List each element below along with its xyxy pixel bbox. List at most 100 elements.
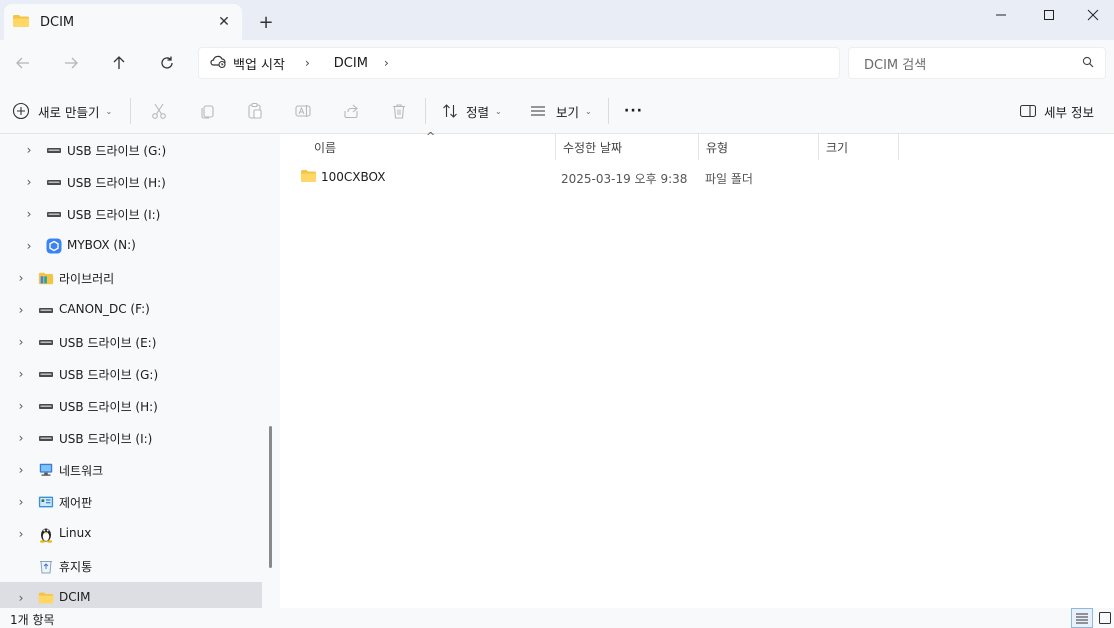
back-button[interactable] <box>9 50 37 76</box>
file-type: 파일 폴더 <box>705 172 753 186</box>
divider <box>608 98 609 124</box>
folder-icon <box>12 14 30 31</box>
sidebar-item-label: USB 드라이브 (I:) <box>59 432 153 446</box>
chevron-right-icon[interactable]: › <box>14 271 28 285</box>
chevron-right-icon[interactable]: › <box>14 303 28 317</box>
search-icon[interactable] <box>1082 56 1104 71</box>
column-header-name[interactable]: 이름 <box>307 134 555 160</box>
view-list-icon <box>531 106 545 116</box>
sidebar-item-label: 네트워크 <box>59 464 104 478</box>
sidebar-item[interactable]: › MYBOX (N:) <box>0 230 262 262</box>
close-tab-icon[interactable]: ✕ <box>214 12 234 32</box>
sidebar-item[interactable]: › USB 드라이브 (I:) <box>0 198 262 230</box>
up-button[interactable] <box>105 50 133 76</box>
file-row[interactable]: 100CXBOX 2025-03-19 오후 9:38 파일 폴더 <box>280 166 1114 188</box>
sidebar-item[interactable]: › 제어판 <box>0 486 262 518</box>
folder-icon <box>38 590 54 606</box>
sidebar-item[interactable]: › USB 드라이브 (G:) <box>0 134 262 166</box>
arrow-right-icon <box>65 57 78 69</box>
column-header-size[interactable]: 크기 <box>819 134 899 160</box>
maximize-button[interactable] <box>1026 0 1072 30</box>
arrow-up-icon <box>113 56 125 69</box>
usb-drive-icon <box>38 334 54 350</box>
new-button-label: 새로 만들기 <box>38 104 100 120</box>
close-window-button[interactable] <box>1070 0 1114 30</box>
paste-icon[interactable] <box>244 100 266 122</box>
breadcrumb-backup[interactable]: 백업 시작 <box>233 54 285 73</box>
navigation-bar: 백업 시작 › DCIM › DCIM 검색 <box>0 40 1114 86</box>
chevron-right-icon[interactable]: › <box>384 56 389 70</box>
large-icons-view-button[interactable] <box>1094 608 1114 628</box>
file-name[interactable]: 100CXBOX <box>321 170 385 184</box>
forward-button[interactable] <box>57 50 85 76</box>
sidebar-item[interactable]: › USB 드라이브 (H:) <box>0 390 262 422</box>
item-count: 1개 항목 <box>10 613 55 627</box>
chevron-right-icon[interactable]: › <box>14 367 28 381</box>
sidebar-item[interactable]: › USB 드라이브 (G:) <box>0 358 262 390</box>
navigation-pane-scrollbar[interactable] <box>262 134 280 608</box>
address-bar[interactable]: 백업 시작 › DCIM › <box>198 47 840 79</box>
sidebar-item-label: 휴지통 <box>59 560 93 574</box>
new-button[interactable]: 새로 만들기 ⌄ <box>12 98 112 124</box>
mybox-icon <box>46 238 62 254</box>
sidebar-item-label: MYBOX (N:) <box>67 238 136 252</box>
chevron-right-icon[interactable]: › <box>22 239 36 253</box>
chevron-right-icon[interactable]: › <box>14 399 28 413</box>
chevron-right-icon[interactable]: › <box>305 56 310 70</box>
chevron-right-icon[interactable]: › <box>22 207 36 221</box>
cloud-sync-icon <box>209 53 227 73</box>
tab-dcim[interactable]: DCIM ✕ <box>4 4 242 40</box>
recycle-bin-icon <box>38 558 54 574</box>
chevron-right-icon[interactable]: › <box>22 143 36 157</box>
sidebar-item[interactable]: › 라이브러리 <box>0 262 262 294</box>
delete-icon[interactable] <box>388 100 410 122</box>
minimize-button[interactable] <box>978 0 1024 30</box>
details-pane-icon <box>1020 104 1036 118</box>
share-icon[interactable] <box>340 100 362 122</box>
rename-icon[interactable] <box>292 100 314 122</box>
sidebar-item-label: USB 드라이브 (G:) <box>67 144 167 158</box>
chevron-right-icon[interactable]: › <box>14 431 28 445</box>
sort-icon <box>443 104 457 118</box>
column-header-type[interactable]: 유형 <box>699 134 819 160</box>
tab-title: DCIM <box>40 14 75 30</box>
sidebar-item[interactable]: › USB 드라이브 (E:) <box>0 326 262 358</box>
sort-button[interactable]: 정렬 ⌄ <box>442 98 502 124</box>
divider <box>130 98 131 124</box>
sidebar-item-label: USB 드라이브 (I:) <box>67 208 161 222</box>
chevron-right-icon[interactable]: › <box>14 495 28 509</box>
copy-icon[interactable] <box>196 100 218 122</box>
chevron-right-icon[interactable]: › <box>14 527 28 541</box>
details-pane-button[interactable]: 세부 정보 <box>1020 98 1094 124</box>
sidebar-item-label: USB 드라이브 (H:) <box>67 176 166 190</box>
scrollbar-thumb[interactable] <box>269 426 272 568</box>
chevron-right-icon[interactable]: › <box>14 591 28 605</box>
folder-icon <box>300 169 317 186</box>
sidebar-item[interactable]: 휴지통 <box>0 550 262 582</box>
chevron-right-icon[interactable]: › <box>14 335 28 349</box>
sidebar-item[interactable]: › USB 드라이브 (H:) <box>0 166 262 198</box>
details-view-icon <box>1076 613 1088 624</box>
more-options-button[interactable]: ··· <box>624 98 643 124</box>
search-input[interactable]: DCIM 검색 <box>848 47 1106 79</box>
title-bar: DCIM ✕ + <box>0 0 1114 40</box>
usb-drive-icon <box>38 430 54 446</box>
column-header-modified[interactable]: 수정한 날짜 <box>555 134 699 160</box>
new-tab-button[interactable]: + <box>256 12 276 33</box>
sidebar-item[interactable]: › 네트워크 <box>0 454 262 486</box>
sidebar-item[interactable]: › USB 드라이브 (I:) <box>0 422 262 454</box>
breadcrumb-dcim[interactable]: DCIM <box>334 56 368 71</box>
cut-icon[interactable] <box>148 100 170 122</box>
refresh-button[interactable] <box>153 50 181 76</box>
details-view-button[interactable] <box>1071 608 1093 628</box>
chevron-right-icon[interactable]: › <box>22 175 36 189</box>
library-icon <box>38 270 54 286</box>
chevron-down-icon: ⌄ <box>495 106 502 116</box>
sidebar-item[interactable]: › CANON_DC (F:) <box>0 294 262 326</box>
chevron-right-icon[interactable]: › <box>14 463 28 477</box>
sidebar-item[interactable]: › DCIM <box>0 582 262 608</box>
sidebar-item-label: DCIM <box>59 590 91 604</box>
chevron-down-icon: ⌄ <box>585 106 592 116</box>
sidebar-item[interactable]: › Linux <box>0 518 262 550</box>
view-button[interactable]: 보기 ⌄ <box>530 98 592 124</box>
